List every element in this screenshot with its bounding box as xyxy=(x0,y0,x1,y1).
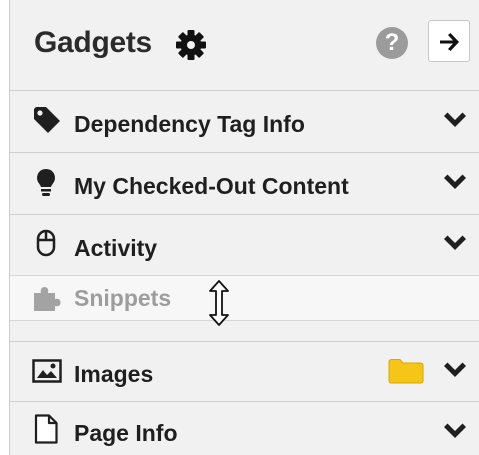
panel-title: Gadgets xyxy=(34,26,152,59)
tag-icon xyxy=(32,105,62,140)
gadget-label: Activity xyxy=(74,235,158,261)
chevron-down-icon[interactable] xyxy=(442,110,468,137)
gadgets-panel: Gadgets ? Dependency Tag Info My Checked… xyxy=(9,0,479,455)
resize-cursor-icon xyxy=(206,280,232,331)
chevron-down-icon[interactable] xyxy=(442,172,468,199)
gadget-label: Images xyxy=(74,361,154,387)
gadget-my-checked-out-content[interactable]: My Checked-Out Content xyxy=(10,152,479,214)
chevron-down-icon[interactable] xyxy=(442,233,468,260)
chevron-down-icon[interactable] xyxy=(442,360,468,387)
gadget-page-info[interactable]: Page Info xyxy=(10,401,479,455)
gadget-images[interactable]: Images xyxy=(10,341,479,401)
help-icon[interactable]: ? xyxy=(376,27,408,59)
mouse-icon xyxy=(36,229,56,262)
gadget-activity[interactable]: Activity xyxy=(10,214,479,275)
gadget-label: Dependency Tag Info xyxy=(74,111,305,137)
image-icon xyxy=(32,359,62,388)
puzzle-icon xyxy=(32,284,62,317)
folder-icon[interactable] xyxy=(388,358,424,389)
arrow-right-icon xyxy=(440,33,459,51)
collapse-panel-button[interactable] xyxy=(428,20,470,62)
gear-icon[interactable] xyxy=(173,27,209,63)
gadget-snippets-dragging[interactable]: Snippets xyxy=(10,275,479,321)
gadget-dependency-tag-info[interactable]: Dependency Tag Info xyxy=(10,90,479,152)
panel-header: Gadgets ? xyxy=(10,0,479,90)
gadget-label: Page Info xyxy=(74,420,178,446)
lightbulb-icon xyxy=(36,168,56,203)
gadget-label: Snippets xyxy=(74,285,172,311)
page-icon xyxy=(34,414,58,449)
gadget-label: My Checked-Out Content xyxy=(74,173,349,199)
drop-gap xyxy=(10,321,479,341)
chevron-down-icon[interactable] xyxy=(442,421,468,448)
